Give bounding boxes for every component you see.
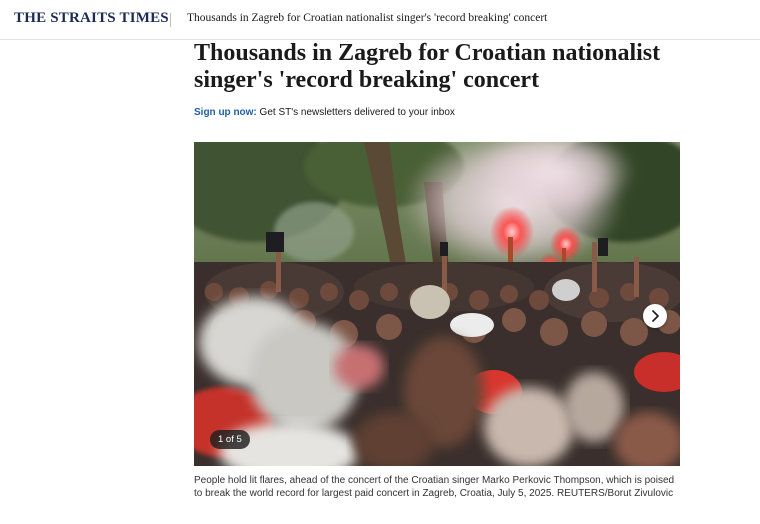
signup-link[interactable]: Sign up now: bbox=[194, 107, 257, 118]
header-divider bbox=[170, 13, 171, 27]
newsletter-signup: Sign up now: Get ST's newsletters delive… bbox=[194, 107, 455, 118]
crowd-photo-image bbox=[194, 142, 680, 466]
header-article-title: Thousands in Zagreb for Croatian nationa… bbox=[187, 12, 548, 24]
signup-text: Get ST's newsletters delivered to your i… bbox=[256, 107, 455, 118]
photo-caption: People hold lit flares, ahead of the con… bbox=[194, 475, 675, 499]
chevron-right-icon bbox=[652, 310, 659, 322]
site-header: THE STRAITS TIMES Thousands in Zagreb fo… bbox=[0, 0, 760, 40]
gallery-next-button[interactable] bbox=[643, 304, 667, 328]
article-headline: Thousands in Zagreb for Croatian nationa… bbox=[194, 40, 661, 93]
site-logo[interactable]: THE STRAITS TIMES bbox=[14, 10, 169, 27]
gallery-counter: 1 of 5 bbox=[210, 430, 250, 449]
gallery-photo[interactable]: 1 of 5 bbox=[194, 142, 680, 466]
